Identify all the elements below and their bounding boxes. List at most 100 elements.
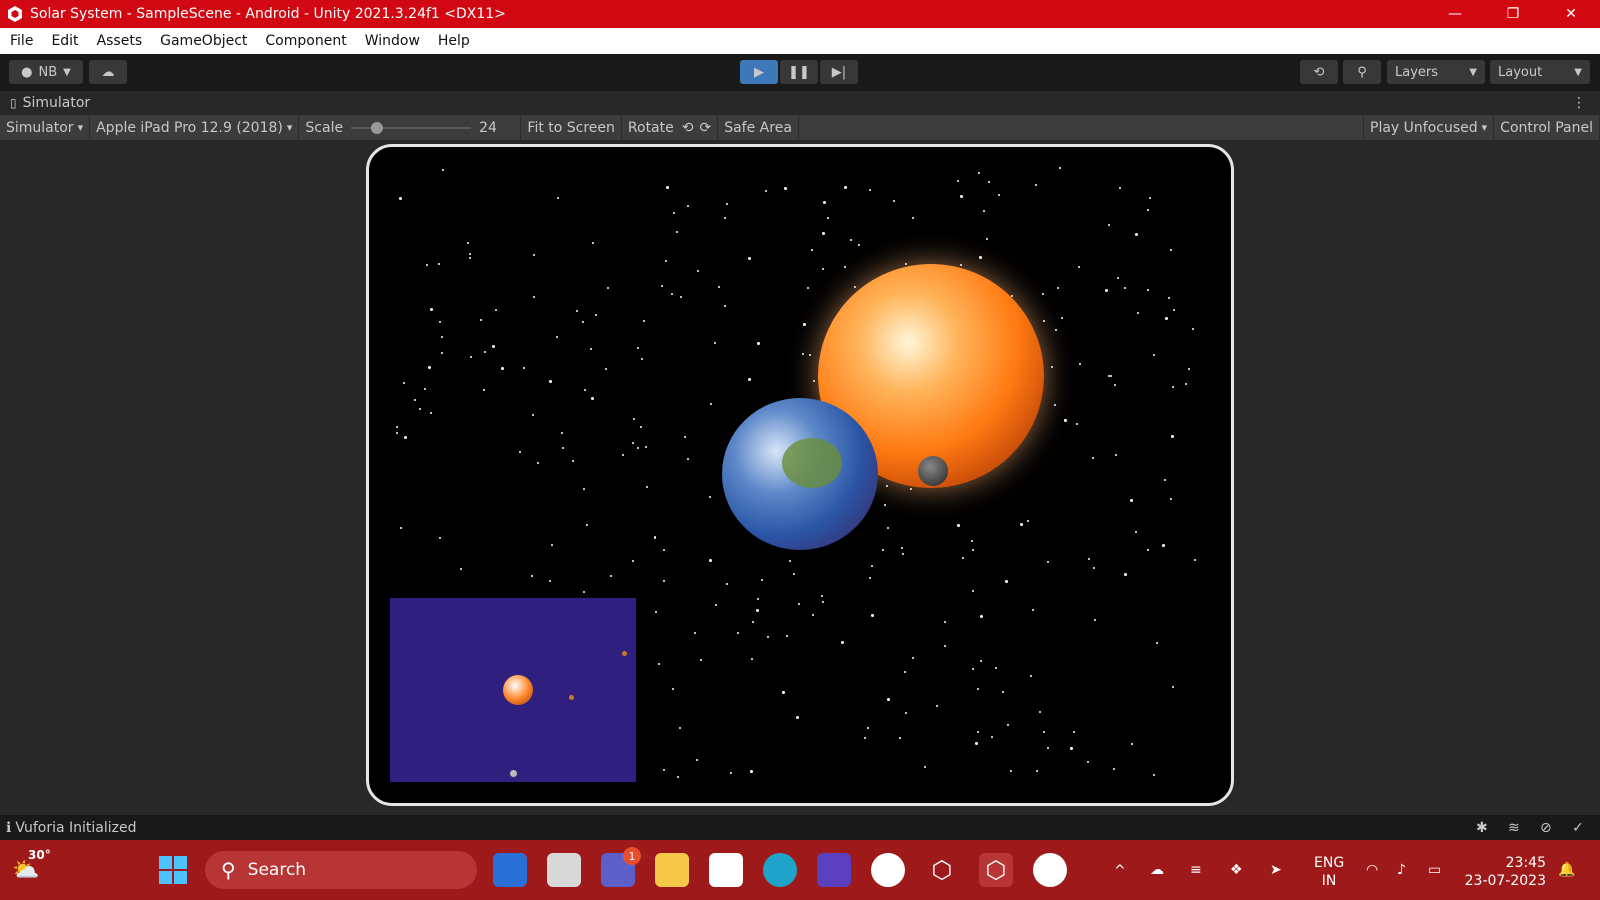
- unity-logo-icon: [8, 6, 22, 22]
- star: [761, 579, 763, 581]
- star: [531, 575, 533, 577]
- menu-component[interactable]: Component: [265, 33, 346, 49]
- more-options-icon[interactable]: ⋮: [1572, 95, 1586, 111]
- menu-assets[interactable]: Assets: [97, 33, 143, 49]
- star: [986, 238, 988, 240]
- app-icon-store-preview[interactable]: [493, 853, 527, 887]
- star: [562, 447, 564, 449]
- star: [1051, 366, 1053, 368]
- star: [661, 285, 663, 287]
- show-hidden-icons-icon[interactable]: ^: [1114, 862, 1126, 880]
- star: [1105, 289, 1108, 292]
- menu-window[interactable]: Window: [365, 33, 420, 49]
- battery-icon[interactable]: ▭: [1428, 861, 1441, 879]
- restore-button[interactable]: ❐: [1484, 0, 1542, 28]
- search-placeholder: Search: [247, 860, 307, 880]
- star: [767, 636, 769, 638]
- star: [637, 347, 639, 349]
- task-view-icon[interactable]: [547, 853, 581, 887]
- play-button[interactable]: ▶: [740, 60, 778, 84]
- close-button[interactable]: ✕: [1542, 0, 1600, 28]
- stack-icon[interactable]: ≋: [1508, 820, 1520, 836]
- notification-bell-icon[interactable]: 🔔: [1558, 861, 1575, 879]
- status-message[interactable]: Vuforia Initialized: [15, 820, 136, 836]
- star: [1135, 233, 1138, 236]
- star: [632, 560, 634, 562]
- cloud-button[interactable]: ☁: [89, 60, 127, 84]
- language-indicator[interactable]: ENG IN: [1314, 854, 1344, 890]
- chrome-profile-icon[interactable]: [1033, 853, 1067, 887]
- bug-icon[interactable]: ✱: [1476, 820, 1488, 836]
- rotate-right-icon[interactable]: ⟳: [699, 120, 711, 136]
- star: [823, 201, 826, 204]
- star: [633, 418, 635, 420]
- start-button[interactable]: [156, 853, 190, 887]
- onedrive-icon[interactable]: ☁: [1150, 861, 1164, 879]
- device-dropdown[interactable]: Apple iPad Pro 12.9 (2018): [90, 115, 300, 140]
- star: [807, 287, 809, 289]
- menu-gameobject[interactable]: GameObject: [160, 33, 247, 49]
- menu-edit[interactable]: Edit: [51, 33, 78, 49]
- minimize-button[interactable]: —: [1426, 0, 1484, 28]
- rotate-left-icon[interactable]: ⟲: [682, 120, 694, 136]
- star: [957, 180, 959, 182]
- star: [998, 194, 1000, 196]
- play-mode-dropdown[interactable]: Play Unfocused: [1363, 115, 1495, 140]
- layout-dropdown[interactable]: Layout ▼: [1490, 60, 1590, 84]
- microsoft-store-icon[interactable]: [709, 853, 743, 887]
- chrome-icon[interactable]: [871, 853, 905, 887]
- weather-temp: 30°: [28, 848, 51, 862]
- unity-editor-icon[interactable]: ⬡: [979, 853, 1013, 887]
- search-button[interactable]: ⚲: [1343, 60, 1381, 84]
- weather-widget[interactable]: ⛅ 30°: [12, 848, 52, 892]
- step-button[interactable]: ▶|: [820, 60, 858, 84]
- file-explorer-icon[interactable]: [655, 853, 689, 887]
- view-mode-dropdown[interactable]: Simulator: [0, 115, 91, 140]
- earth-planet: [722, 398, 878, 550]
- layout-label: Layout: [1498, 64, 1543, 80]
- network-icon[interactable]: ⊘: [1540, 820, 1552, 836]
- scale-slider[interactable]: [351, 121, 472, 134]
- control-panel-button[interactable]: Control Panel: [1494, 115, 1600, 140]
- star: [864, 737, 866, 739]
- unity-hub-icon[interactable]: ⬡: [925, 853, 959, 887]
- star: [556, 336, 558, 338]
- control-panel-label: Control Panel: [1500, 119, 1593, 136]
- check-icon[interactable]: ✓: [1572, 820, 1584, 836]
- scale-slider-thumb[interactable]: [371, 121, 384, 134]
- volume-icon[interactable]: ♪: [1397, 861, 1406, 879]
- star: [469, 253, 471, 255]
- minimap: [390, 598, 636, 782]
- visual-studio-icon[interactable]: [817, 853, 851, 887]
- star: [912, 217, 914, 219]
- dropbox-icon[interactable]: ❖: [1230, 861, 1243, 879]
- chat-icon[interactable]: 1: [601, 847, 641, 887]
- star: [899, 737, 901, 739]
- history-button[interactable]: ⟲: [1300, 60, 1338, 84]
- account-dropdown[interactable]: ● NB ▼: [9, 60, 83, 84]
- wifi-icon[interactable]: ◠: [1366, 861, 1378, 879]
- layers-label: Layers: [1395, 64, 1439, 80]
- menu-help[interactable]: Help: [438, 33, 470, 49]
- star: [1108, 375, 1110, 377]
- star: [869, 577, 871, 579]
- notes-icon[interactable]: ≡: [1190, 861, 1202, 879]
- star: [1185, 383, 1187, 385]
- taskbar-search[interactable]: ⚲ Search: [205, 851, 477, 889]
- pause-button[interactable]: ❚❚: [780, 60, 818, 84]
- star: [654, 537, 656, 539]
- star: [637, 447, 639, 449]
- game-view[interactable]: [390, 166, 1210, 784]
- edge-browser-icon[interactable]: [763, 853, 797, 887]
- view-mode-label: Simulator: [6, 119, 74, 136]
- simulator-panel-title[interactable]: Simulator: [23, 95, 91, 111]
- safe-area-toggle[interactable]: Safe Area: [718, 115, 799, 140]
- location-icon[interactable]: ➤: [1270, 861, 1282, 879]
- pause-icon: ❚❚: [788, 64, 810, 80]
- layers-dropdown[interactable]: Layers ▼: [1387, 60, 1485, 84]
- menu-file[interactable]: File: [10, 33, 33, 49]
- fit-to-screen-button[interactable]: Fit to Screen: [521, 115, 622, 140]
- star: [709, 496, 711, 498]
- clock[interactable]: 23:45 23-07-2023: [1462, 854, 1546, 890]
- star: [748, 257, 751, 260]
